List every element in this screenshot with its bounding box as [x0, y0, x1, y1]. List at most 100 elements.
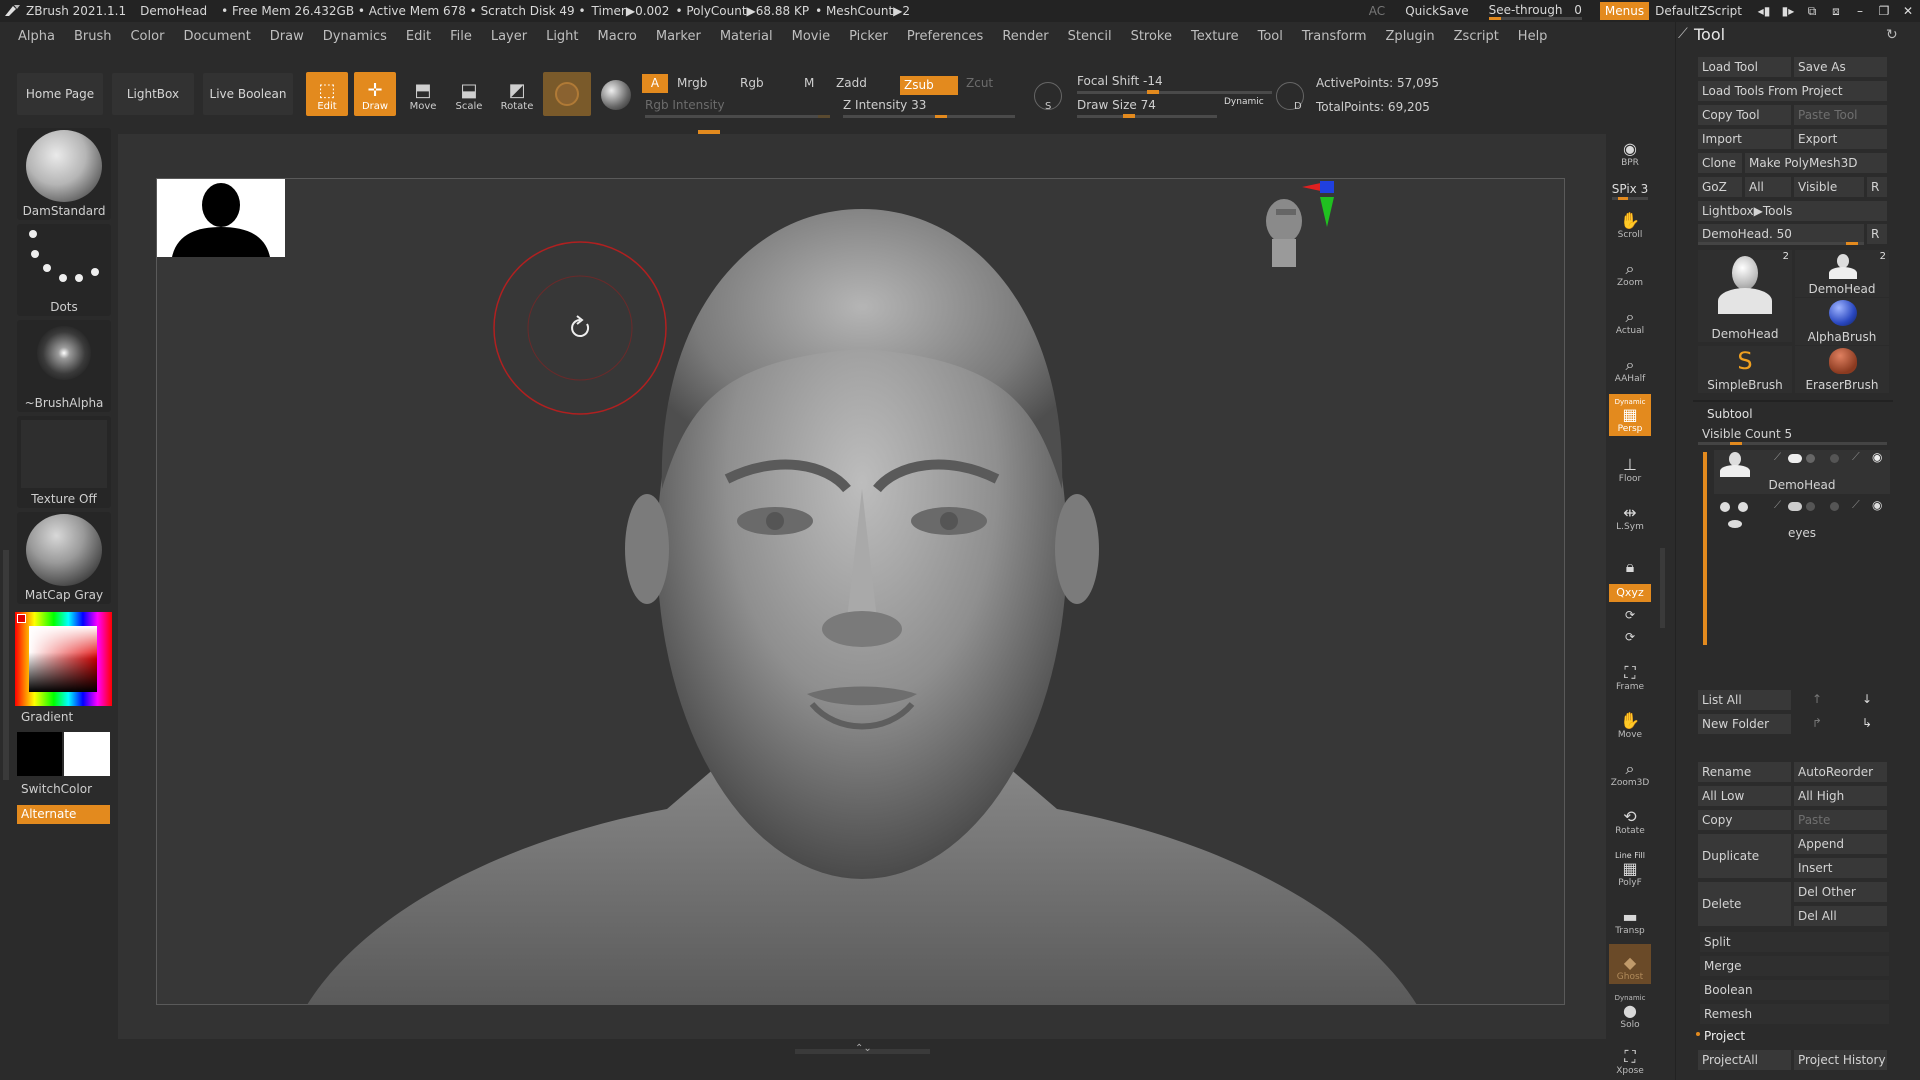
tool-palette-title[interactable]: Tool [1694, 25, 1725, 44]
load-tools-from-project-button[interactable]: Load Tools From Project [1698, 81, 1887, 101]
secondary-color-swatch[interactable] [17, 732, 62, 776]
lightbox-tools-button[interactable]: Lightbox▶Tools [1698, 201, 1887, 221]
visible-count-slider[interactable]: Visible Count 5 [1698, 424, 1887, 444]
quicksave-button[interactable]: QuickSave [1405, 4, 1468, 18]
menu-dynamics[interactable]: Dynamics [323, 29, 387, 44]
menu-edit[interactable]: Edit [406, 29, 431, 44]
goz-button[interactable]: GoZ [1698, 177, 1742, 197]
tool-thumb-alphabrush[interactable]: AlphaBrush [1795, 298, 1889, 345]
subtool-eye-icon[interactable]: ◉ [1872, 450, 1882, 464]
y-rotate-button[interactable]: ⟳ [1609, 606, 1651, 626]
arrow-down-right-icon[interactable]: ↳ [1862, 716, 1872, 730]
paste-subtool-button[interactable]: Paste [1794, 810, 1887, 830]
goz-all-button[interactable]: All [1745, 177, 1791, 197]
goz-r-button[interactable]: R [1867, 177, 1887, 197]
menu-zscript[interactable]: Zscript [1454, 29, 1499, 44]
menu-file[interactable]: File [450, 29, 472, 44]
menu-texture[interactable]: Texture [1191, 29, 1239, 44]
navigation-gizmo[interactable] [1240, 179, 1340, 299]
list-all-button[interactable]: List All [1698, 690, 1791, 710]
ac-button[interactable]: AC [1369, 4, 1385, 18]
menu-material[interactable]: Material [720, 29, 773, 44]
copy-tool-button[interactable]: Copy Tool [1698, 105, 1791, 125]
menu-color[interactable]: Color [130, 29, 164, 44]
close-icon[interactable]: ✕ [1896, 4, 1920, 18]
menu-picker[interactable]: Picker [849, 29, 888, 44]
zoom-button[interactable]: ⌕ Zoom [1609, 250, 1651, 290]
subtool-toggle-icon[interactable] [1830, 454, 1839, 463]
dynamic-toggle[interactable]: Dynamic [1224, 97, 1264, 107]
subtool-item-eyes[interactable]: ⟋ ⟋ ◉ eyes [1714, 498, 1890, 542]
load-tool-button[interactable]: Load Tool [1698, 57, 1791, 77]
live-boolean-button[interactable]: Live Boolean [203, 73, 293, 115]
tool-thumb-eraserbrush[interactable]: EraserBrush [1795, 346, 1889, 393]
draw-mode-button[interactable]: ✛ Draw [354, 72, 396, 116]
zadd-button[interactable]: Zadd [836, 76, 867, 90]
save-as-button[interactable]: Save As [1794, 57, 1887, 77]
home-page-button[interactable]: Home Page [17, 73, 103, 115]
lock-button[interactable]: 🔒︎ [1609, 538, 1651, 578]
color-picker[interactable] [15, 612, 112, 706]
floor-button[interactable]: ⊥ Floor [1609, 446, 1651, 486]
m-button[interactable]: M [804, 76, 814, 90]
scroll-right-icon[interactable]: ▮▸ [1776, 4, 1800, 18]
menu-stroke[interactable]: Stroke [1131, 29, 1172, 44]
menu-draw[interactable]: Draw [270, 29, 304, 44]
import-button[interactable]: Import [1698, 129, 1791, 149]
new-folder-button[interactable]: New Folder [1698, 714, 1791, 734]
subtool-brush-icon[interactable]: ⟋ [1852, 450, 1860, 464]
move-down-arrow-icon[interactable]: ↓ [1862, 692, 1872, 706]
edit-mode-button[interactable]: ⬚ Edit [306, 72, 348, 116]
gradient-label[interactable]: Gradient [21, 710, 73, 724]
append-button[interactable]: Append [1794, 834, 1887, 854]
brush-selector[interactable]: DamStandard [17, 128, 111, 220]
tool-thumb-demohead-small[interactable]: 2 DemoHead [1795, 250, 1889, 297]
tool-thumb-simplebrush[interactable]: S SimpleBrush [1698, 346, 1792, 393]
paste-tool-button[interactable]: Paste Tool [1794, 105, 1887, 125]
window-list-icon[interactable]: ⧈ [1824, 4, 1848, 19]
focal-shift-icon[interactable]: S [1034, 82, 1062, 112]
goz-visible-button[interactable]: Visible [1794, 177, 1864, 197]
left-tray-scrollbar[interactable] [3, 550, 9, 780]
default-zscript-button[interactable]: DefaultZScript [1655, 4, 1742, 18]
palette-reset-icon[interactable]: ↻ [1886, 27, 1898, 43]
split-section[interactable]: Split [1700, 932, 1889, 952]
primary-color-swatch[interactable] [64, 732, 110, 776]
subtool-toggle-icon[interactable] [1830, 502, 1839, 511]
bottom-tray-toggle[interactable]: ⌃⌄ [795, 1043, 930, 1054]
demohead-subdiv-slider[interactable]: DemoHead. 50 [1698, 224, 1864, 244]
see-through-slider[interactable]: See-through 0 [1488, 3, 1582, 20]
palette-pin-icon[interactable]: ⟋ [1678, 26, 1688, 42]
del-all-button[interactable]: Del All [1794, 906, 1887, 926]
persp-button[interactable]: Dynamic ▦ Persp [1609, 394, 1651, 436]
z-intensity-slider[interactable]: Z Intensity 33 [843, 98, 926, 112]
move-mode-button[interactable]: ⬒ Move [402, 72, 444, 116]
subtool-toggle-icon[interactable] [1788, 454, 1802, 463]
texture-selector[interactable]: Texture Off [17, 416, 111, 508]
all-low-button[interactable]: All Low [1698, 786, 1791, 806]
scale-mode-button[interactable]: ⬓ Scale [448, 72, 490, 116]
make-polymesh3d-button[interactable]: Make PolyMesh3D [1745, 153, 1887, 173]
frame-button[interactable]: ⛶ Frame [1609, 654, 1651, 694]
polyf-button[interactable]: Line Fill ▦ PolyF [1609, 846, 1651, 890]
copy-subtool-button[interactable]: Copy [1698, 810, 1791, 830]
insert-button[interactable]: Insert [1794, 858, 1887, 878]
silhouette-thumbnail[interactable] [157, 179, 285, 257]
demohead-r-button[interactable]: R [1867, 224, 1887, 244]
solo-button[interactable]: Dynamic ● Solo [1609, 990, 1651, 1032]
del-other-button[interactable]: Del Other [1794, 882, 1887, 902]
subtool-list-scrollbar[interactable] [1703, 452, 1707, 645]
zcut-button[interactable]: Zcut [966, 76, 993, 90]
switchcolor-button[interactable]: SwitchColor [21, 782, 92, 796]
remesh-section[interactable]: Remesh [1700, 1004, 1889, 1024]
material-selector[interactable]: MatCap Gray [17, 512, 111, 604]
color-field[interactable] [29, 626, 97, 692]
mrgb-button[interactable]: Mrgb [677, 76, 707, 90]
boolean-section[interactable]: Boolean [1700, 980, 1889, 1000]
ghost-button[interactable]: ◆ Ghost [1609, 944, 1651, 984]
menu-layer[interactable]: Layer [491, 29, 527, 44]
rgb-button[interactable]: Rgb [740, 76, 764, 90]
project-all-button[interactable]: ProjectAll [1698, 1050, 1791, 1070]
move-view-button[interactable]: ✋ Move [1609, 702, 1651, 742]
menu-zplugin[interactable]: Zplugin [1386, 29, 1435, 44]
